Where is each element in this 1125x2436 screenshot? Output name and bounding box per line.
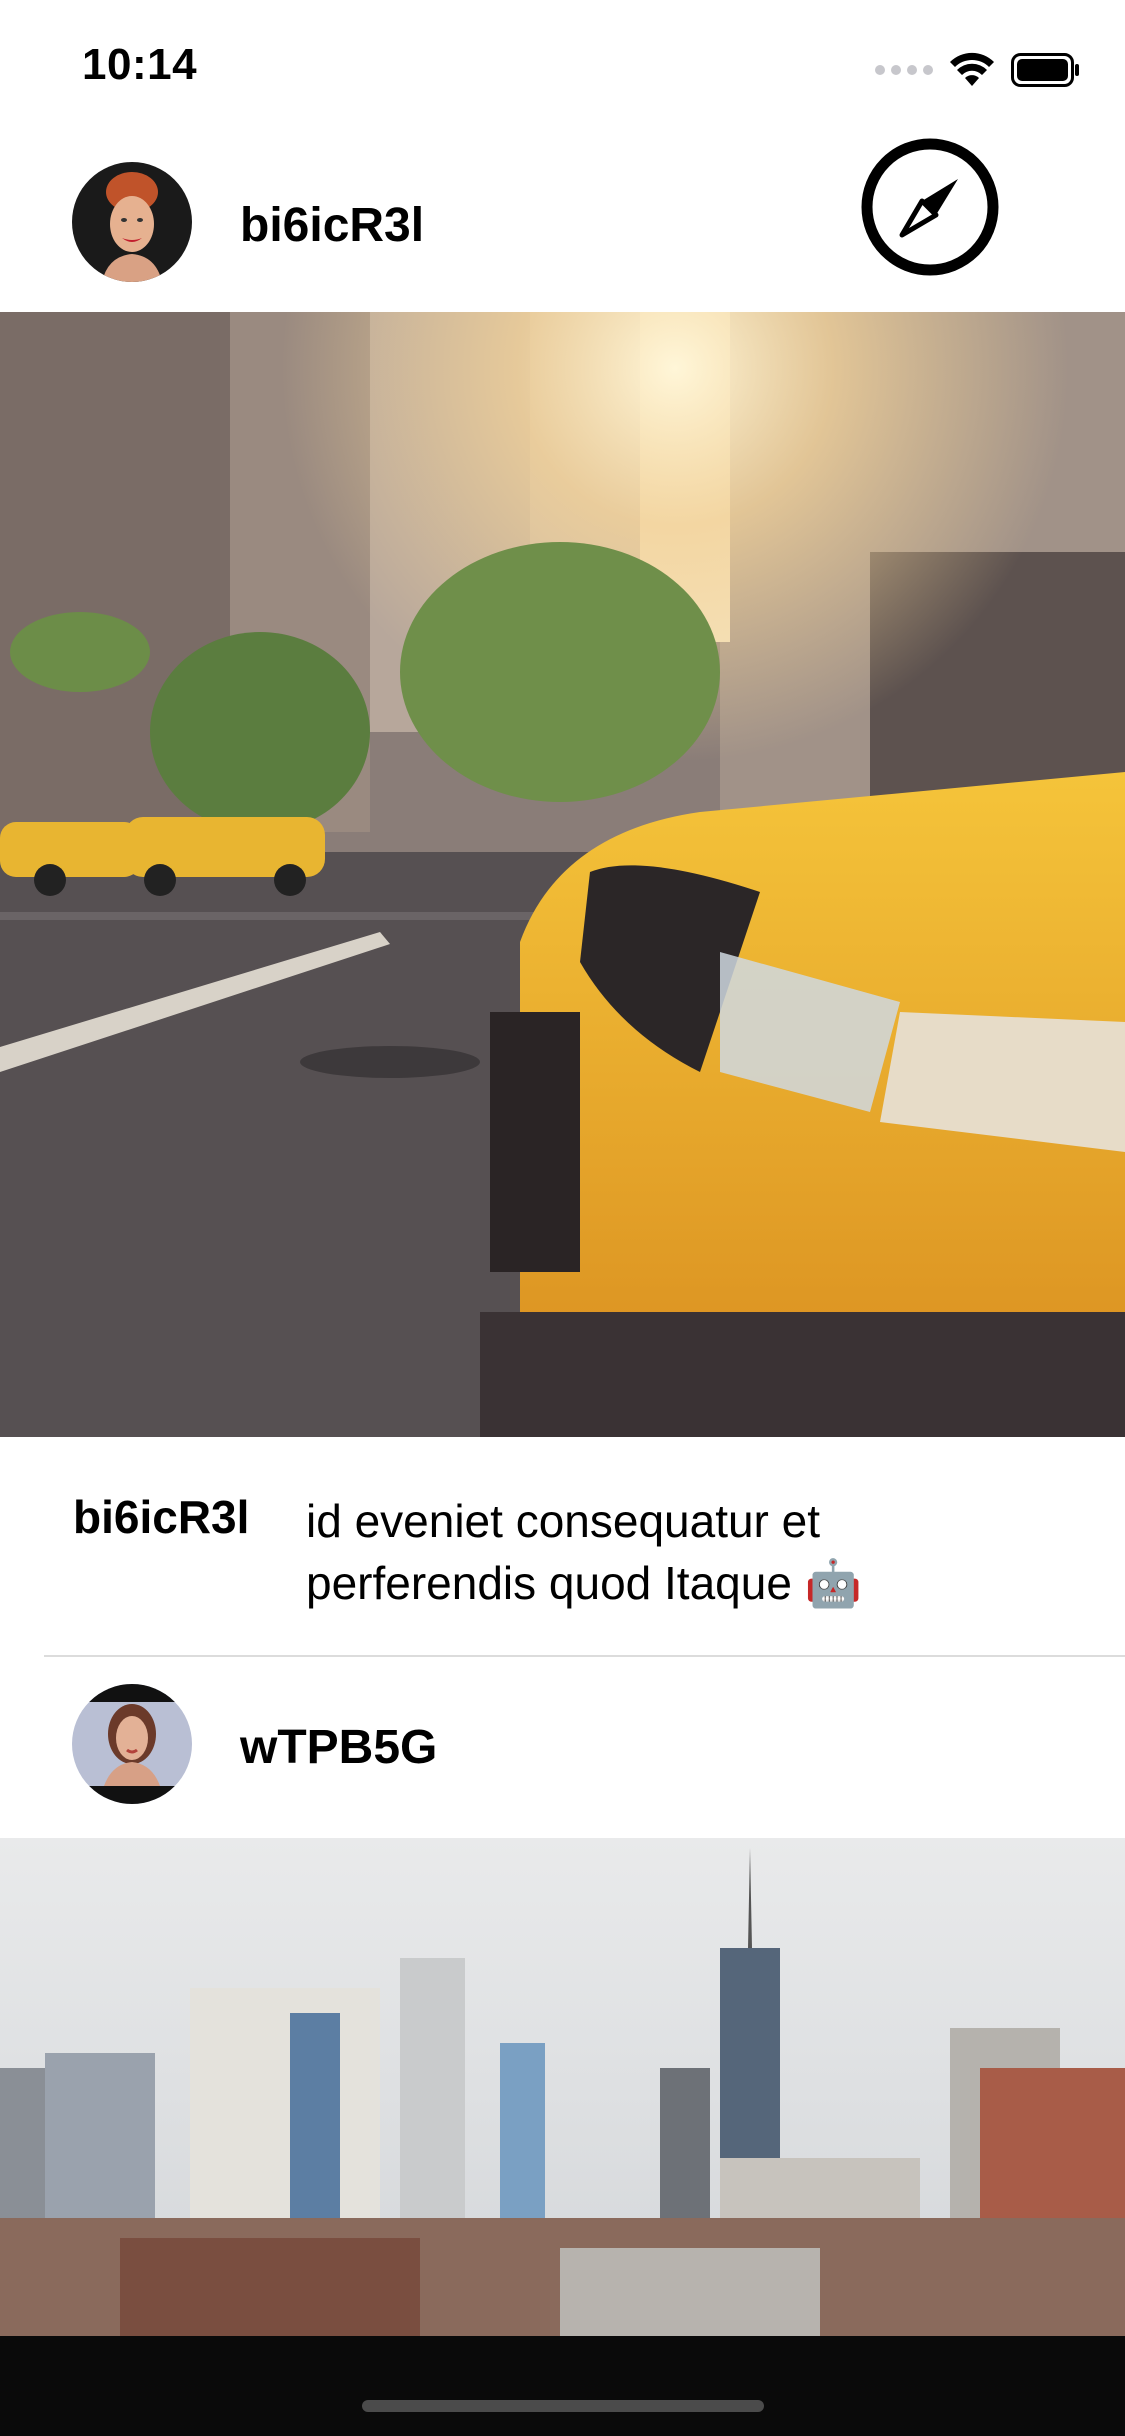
post-username[interactable]: wTPB5G — [240, 1720, 437, 1775]
post-photo[interactable] — [0, 1838, 1125, 2336]
avatar[interactable] — [72, 1684, 192, 1804]
status-bar: 10:14 — [0, 0, 1125, 140]
home-bar-area — [0, 2336, 1125, 2436]
post-username[interactable]: bi6icR3l — [240, 198, 424, 253]
post-divider — [44, 1655, 1125, 1657]
caption-text: id eveniet consequatur et perferendis qu… — [306, 1495, 862, 1609]
caption-username[interactable]: bi6icR3l — [73, 1490, 249, 1544]
post-header: wTPB5G — [0, 1660, 1125, 1830]
post-photo[interactable] — [0, 312, 1125, 1437]
status-icons — [875, 50, 1081, 90]
wifi-icon — [950, 52, 994, 86]
post-caption: bi6icR3l id eveniet consequatur et perfe… — [0, 1440, 1125, 1660]
home-indicator[interactable] — [362, 2400, 764, 2412]
explore-button[interactable] — [860, 137, 1000, 277]
status-time: 10:14 — [82, 40, 198, 89]
battery-icon — [1011, 53, 1079, 87]
compass-icon — [861, 138, 999, 276]
avatar[interactable] — [72, 162, 192, 282]
cellular-signal-icon — [875, 65, 933, 75]
